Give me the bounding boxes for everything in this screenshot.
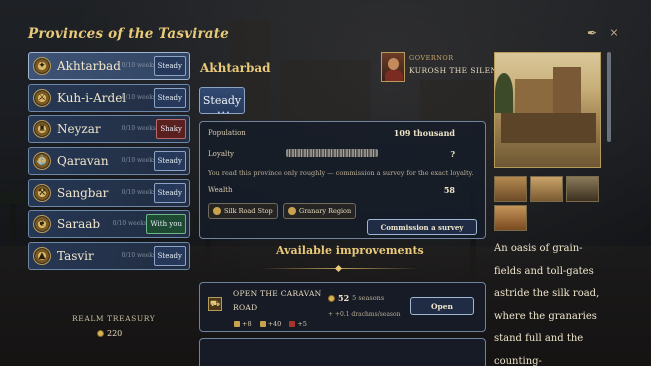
open-button[interactable]: Open bbox=[410, 297, 474, 315]
province-weeks: 0/10 weeks bbox=[121, 93, 156, 101]
loyalty-icon bbox=[289, 321, 296, 327]
province-name: Qaravan bbox=[57, 154, 109, 169]
improvements-title: Available improvements bbox=[276, 244, 424, 257]
tag-label: Silk Road Stop bbox=[224, 207, 273, 215]
improvement-effect: + +0.1 drachms/season bbox=[328, 311, 401, 318]
province-weeks: 0/10 weeks bbox=[112, 220, 147, 228]
commission-survey-button[interactable]: Commission a survey bbox=[367, 219, 477, 235]
scrollbar[interactable] bbox=[607, 52, 611, 142]
province-stats-panel: Population 109 thousand Loyalty ? You re… bbox=[199, 121, 486, 239]
province-weeks: 0/10 weeks bbox=[121, 157, 156, 165]
page-title: Provinces of the Tasvirate bbox=[28, 26, 229, 42]
province-weeks: 0/10 weeks bbox=[121, 188, 156, 196]
loyalty-label: Loyalty bbox=[208, 150, 234, 158]
province-name: Neyzar bbox=[57, 122, 101, 137]
status-badge: Steady bbox=[153, 56, 186, 76]
close-icon[interactable]: × bbox=[607, 26, 621, 40]
province-list: ✦ Akhtarbad 0/10 weeks Steady ⚔ Kuh-i-Ar… bbox=[28, 52, 190, 274]
province-name: Akhtarbad bbox=[57, 59, 121, 73]
status-badge: Shaky bbox=[156, 119, 186, 140]
improvement-card bbox=[199, 338, 486, 366]
province-emblem-icon: ▲ bbox=[33, 247, 51, 266]
province-illustration bbox=[494, 52, 601, 168]
cost-duration: 5 seasons bbox=[352, 294, 385, 302]
loyalty-value: ? bbox=[450, 149, 455, 159]
silk-road-icon bbox=[213, 207, 221, 215]
population-value: 109 thousand bbox=[393, 128, 455, 138]
status-badge: Steady bbox=[153, 87, 186, 108]
province-item-sangbar[interactable]: ⚒ Sangbar 0/10 weeks Steady bbox=[28, 178, 190, 207]
grain-icon bbox=[259, 321, 266, 327]
province-item-tasvir[interactable]: ▲ Tasvir 0/10 weeks Steady bbox=[28, 242, 190, 271]
loyalty-note: You read this province only roughly — co… bbox=[208, 169, 474, 177]
tag-silk-road-stop[interactable]: Silk Road Stop bbox=[208, 203, 278, 219]
province-item-saraab[interactable]: ❦ Saraab 0/10 weeks With you bbox=[28, 210, 190, 239]
province-name: Sangbar bbox=[57, 185, 109, 200]
treasury-amount: 220 bbox=[107, 329, 123, 338]
stat-a: +8 bbox=[234, 320, 252, 328]
status-badge: Steady bbox=[153, 246, 186, 267]
stat-b: +40 bbox=[259, 320, 281, 328]
province-emblem-icon: ❦ bbox=[33, 215, 51, 234]
thumbnail[interactable] bbox=[494, 176, 527, 202]
tag-granary-region[interactable]: Granary Region bbox=[283, 203, 357, 219]
province-description: An oasis of grain-fields and toll-gates … bbox=[494, 243, 600, 366]
province-emblem-icon: ⚔ bbox=[33, 88, 51, 107]
province-weeks: 0/10 weeks bbox=[121, 125, 156, 133]
population-label: Population bbox=[208, 129, 246, 137]
improvement-name: OPEN THE CARAVAN ROAD bbox=[233, 289, 322, 312]
coin-stack-icon bbox=[234, 321, 240, 327]
coin-icon bbox=[328, 294, 335, 302]
cost-value: 52 bbox=[338, 293, 350, 303]
thumbnail[interactable] bbox=[530, 176, 563, 202]
tag-label: Granary Region bbox=[299, 207, 352, 215]
province-emblem-icon: ⚒ bbox=[33, 183, 51, 202]
status-badge: With you bbox=[146, 214, 186, 235]
province-weeks: 0/10 weeks bbox=[121, 62, 156, 69]
province-name: Kuh-i-Ardel bbox=[57, 90, 127, 105]
governor-name: KUROSH THE SILENT bbox=[409, 66, 503, 75]
improvement-card: ⛟ OPEN THE CARAVAN ROAD 52 5 seasons + +… bbox=[199, 282, 486, 332]
province-name: Tasvir bbox=[57, 249, 94, 264]
province-item-qaravan[interactable]: ⚓ Qaravan 0/10 weeks Steady bbox=[28, 147, 190, 176]
ornament-divider bbox=[260, 268, 420, 269]
wealth-value: 58 bbox=[443, 185, 455, 195]
governor-label: GOVERNOR bbox=[409, 54, 454, 62]
province-emblem-icon: ⚓ bbox=[33, 152, 51, 171]
status-badge: Steady bbox=[153, 182, 186, 203]
improvement-cost: 52 5 seasons bbox=[328, 293, 384, 303]
province-item-akhtarbad[interactable]: ✦ Akhtarbad 0/10 weeks Steady bbox=[28, 52, 190, 80]
province-emblem-icon: ♜ bbox=[33, 120, 51, 139]
thumbnail[interactable] bbox=[494, 205, 527, 231]
quill-icon[interactable]: ✒ bbox=[585, 26, 599, 40]
province-emblem-icon: ✦ bbox=[33, 57, 51, 75]
granary-icon bbox=[288, 207, 296, 215]
ellipsis-icon: ••• bbox=[217, 110, 231, 117]
status-badge: Steady bbox=[153, 151, 186, 172]
province-title: Akhtarbad bbox=[200, 61, 271, 75]
province-item-neyzar[interactable]: ♜ Neyzar 0/10 weeks Shaky bbox=[28, 115, 190, 144]
treasury-label: REALM TREASURY bbox=[72, 314, 156, 323]
caravan-road-icon: ⛟ bbox=[208, 297, 222, 311]
province-item-kuh-i-ardel[interactable]: ⚔ Kuh-i-Ardel 0/10 weeks Steady bbox=[28, 83, 190, 112]
improvement-stats: +8 +40 +5 bbox=[234, 320, 307, 328]
loyalty-obscured-bar bbox=[286, 149, 378, 157]
wealth-label: Wealth bbox=[208, 186, 233, 194]
thumbnail[interactable] bbox=[566, 176, 599, 202]
coin-icon bbox=[97, 330, 104, 337]
province-weeks: 0/10 weeks bbox=[121, 252, 156, 260]
province-name: Saraab bbox=[57, 217, 101, 232]
stat-c: +5 bbox=[289, 320, 307, 328]
treasury-value: 220 bbox=[97, 329, 122, 338]
governor-portrait[interactable] bbox=[381, 52, 405, 82]
